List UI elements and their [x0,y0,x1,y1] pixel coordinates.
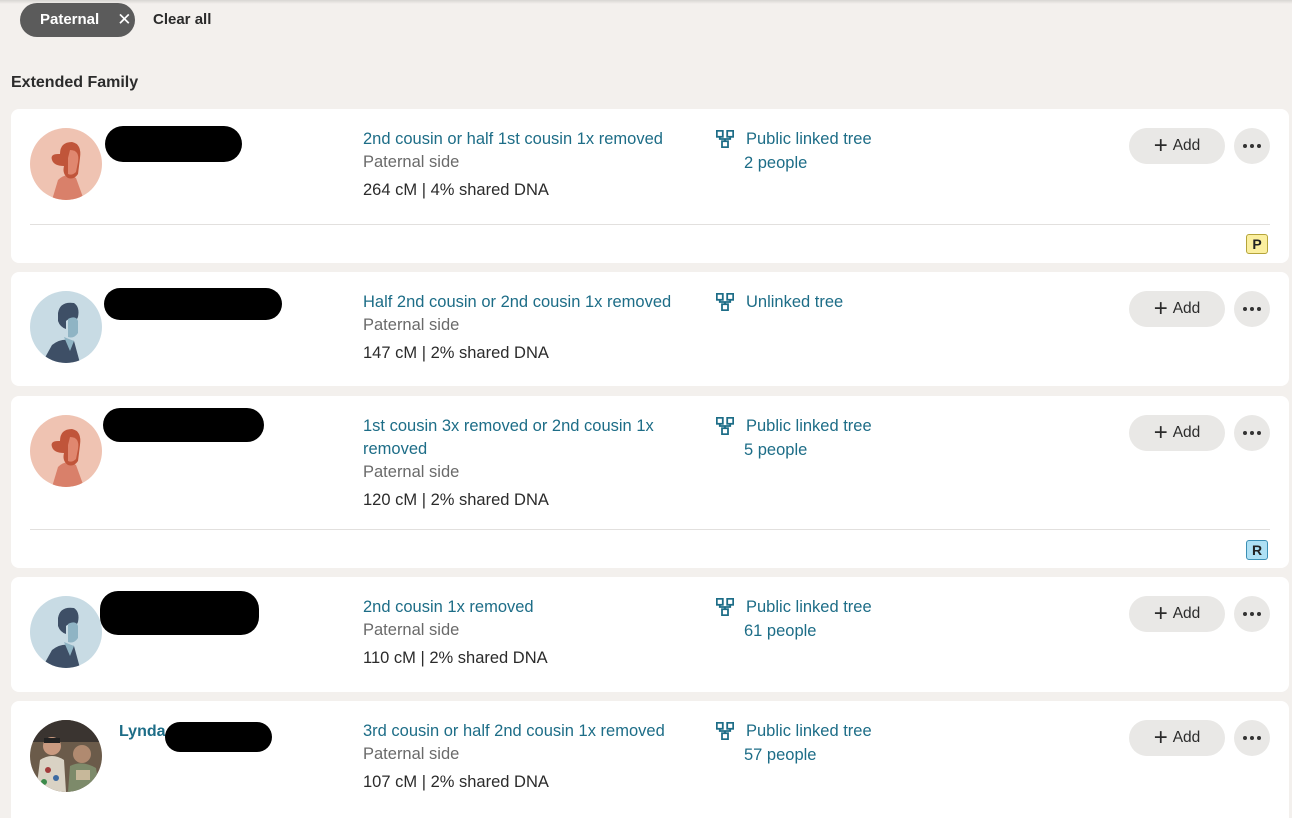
male-avatar-icon [30,291,102,363]
redacted-name [165,722,272,752]
relationship-label[interactable]: 1st cousin 3x removed or 2nd cousin 1x r… [363,417,654,458]
match-name[interactable]: Lynda [119,723,166,741]
match-card[interactable]: Half 2nd cousin or 2nd cousin 1x removed… [11,272,1289,386]
more-icon [1243,144,1261,148]
tree-label[interactable]: Unlinked tree [716,290,843,314]
relationship: Half 2nd cousin or 2nd cousin 1x removed… [363,291,703,365]
more-options-button[interactable] [1234,596,1270,632]
group-tag[interactable]: P [1246,234,1268,254]
relationship-label[interactable]: 2nd cousin 1x removed [363,598,534,616]
add-label: Add [1172,605,1201,622]
plus-icon: + [1153,419,1168,446]
tree-label[interactable]: Public linked tree [716,595,872,619]
match-card[interactable]: 2nd cousin or half 1st cousin 1x removed… [11,109,1289,263]
plus-icon: + [1153,600,1168,627]
relationship-label[interactable]: 3rd cousin or half 2nd cousin 1x removed [363,722,665,740]
tree-label[interactable]: Public linked tree [716,719,872,743]
tree-info: Unlinked tree [716,290,843,314]
plus-icon: + [1153,724,1168,751]
side-label: Paternal side [363,621,460,639]
shared-dna[interactable]: 120 cM | 2% shared DNA [363,489,678,512]
relationship-label[interactable]: Half 2nd cousin or 2nd cousin 1x removed [363,293,671,311]
add-label: Add [1172,424,1201,441]
shared-dna[interactable]: 110 cM | 2% shared DNA [363,647,693,670]
match-card[interactable]: 2nd cousin 1x removed Paternal side 110 … [11,577,1289,692]
tree-people[interactable]: 2 people [716,151,872,175]
add-button[interactable]: + Add [1129,128,1225,164]
redacted-name [103,408,264,442]
tree-icon [716,598,734,616]
tree-info: Public linked tree 61 people [716,595,872,643]
redacted-name [104,288,282,320]
tree-people[interactable]: 5 people [716,438,872,462]
plus-icon: + [1153,132,1168,159]
female-avatar-icon [30,415,102,487]
side-label: Paternal side [363,745,460,763]
more-options-button[interactable] [1234,415,1270,451]
relationship: 2nd cousin or half 1st cousin 1x removed… [363,128,693,202]
male-avatar-icon [30,596,102,668]
more-options-button[interactable] [1234,128,1270,164]
filter-chip-paternal[interactable]: Paternal ✕ [20,2,135,37]
add-button[interactable]: + Add [1129,720,1225,756]
side-label: Paternal side [363,463,460,481]
side-label: Paternal side [363,153,460,171]
add-button[interactable]: + Add [1129,415,1225,451]
more-icon [1243,307,1261,311]
tree-label[interactable]: Public linked tree [716,414,872,438]
divider [30,224,1270,225]
plus-icon: + [1153,295,1168,322]
female-avatar-icon [30,128,102,200]
relationship: 2nd cousin 1x removed Paternal side 110 … [363,596,693,670]
add-label: Add [1172,300,1201,317]
tree-icon [716,130,734,148]
tree-people[interactable]: 57 people [716,743,872,767]
section-title: Extended Family [11,74,139,91]
tree-info: Public linked tree 2 people [716,127,872,175]
photo-avatar-icon [30,720,102,792]
relationship: 1st cousin 3x removed or 2nd cousin 1x r… [363,415,678,512]
avatar[interactable] [30,128,102,200]
more-icon [1243,431,1261,435]
more-icon [1243,612,1261,616]
redacted-name [100,591,259,635]
avatar[interactable] [30,596,102,668]
tree-icon [716,417,734,435]
match-card[interactable]: 1st cousin 3x removed or 2nd cousin 1x r… [11,396,1289,568]
close-icon[interactable]: ✕ [117,10,131,30]
tree-icon [716,722,734,740]
avatar[interactable] [30,415,102,487]
divider [30,529,1270,530]
more-options-button[interactable] [1234,291,1270,327]
tree-label[interactable]: Public linked tree [716,127,872,151]
shared-dna[interactable]: 147 cM | 2% shared DNA [363,342,703,365]
filter-chip-label: Paternal [40,11,100,28]
redacted-name [105,126,242,162]
tree-info: Public linked tree 5 people [716,414,872,462]
more-icon [1243,736,1261,740]
shared-dna[interactable]: 264 cM | 4% shared DNA [363,179,693,202]
group-tag[interactable]: R [1246,540,1268,560]
tree-info: Public linked tree 57 people [716,719,872,767]
avatar[interactable] [30,720,102,792]
tree-people[interactable]: 61 people [716,619,872,643]
shared-dna[interactable]: 107 cM | 2% shared DNA [363,771,693,794]
clear-all-link[interactable]: Clear all [153,11,211,28]
add-button[interactable]: + Add [1129,596,1225,632]
more-options-button[interactable] [1234,720,1270,756]
avatar[interactable] [30,291,102,363]
side-label: Paternal side [363,316,460,334]
match-card[interactable]: Lynda 3rd cousin or half 2nd cousin 1x r… [11,701,1289,818]
add-label: Add [1172,137,1201,154]
add-label: Add [1172,729,1201,746]
relationship-label[interactable]: 2nd cousin or half 1st cousin 1x removed [363,130,663,148]
relationship: 3rd cousin or half 2nd cousin 1x removed… [363,720,693,794]
filter-bar: Paternal ✕ Clear all [20,2,211,37]
add-button[interactable]: + Add [1129,291,1225,327]
tree-icon [716,293,734,311]
